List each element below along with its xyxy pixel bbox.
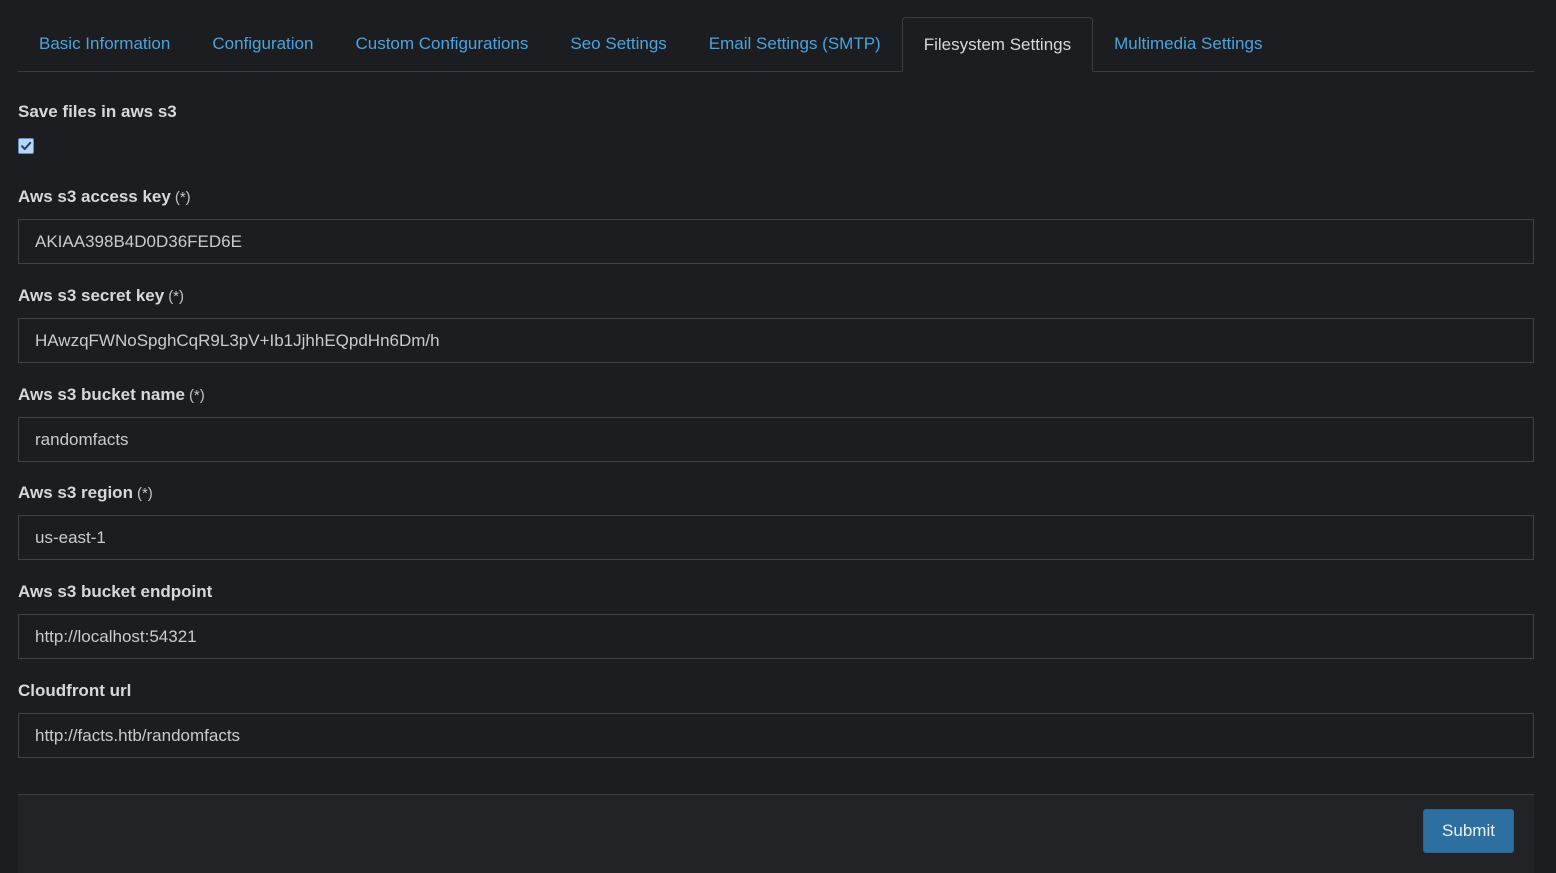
settings-tabs: Basic Information Configuration Custom C… [18, 17, 1534, 72]
tab-seo-settings[interactable]: Seo Settings [549, 17, 687, 71]
tab-basic-information[interactable]: Basic Information [18, 17, 191, 71]
tab-email-settings[interactable]: Email Settings (SMTP) [688, 17, 902, 71]
region-label: Aws s3 region (*) [18, 483, 153, 502]
save-files-checkbox[interactable] [18, 138, 34, 154]
secret-key-label: Aws s3 secret key (*) [18, 286, 185, 305]
region-input[interactable]: us-east-1 [18, 515, 1534, 560]
required-marker: (*) [136, 485, 153, 502]
tab-configuration[interactable]: Configuration [191, 17, 334, 71]
region-group: Aws s3 region (*) us-east-1 [18, 481, 1534, 580]
save-files-label: Save files in aws s3 [18, 102, 177, 121]
required-marker: (*) [188, 387, 205, 404]
cloudfront-url-group: Cloudfront url http://facts.htb/randomfa… [18, 679, 1534, 778]
secret-key-group: Aws s3 secret key (*) HAwzqFWNoSpghCqR9L3… [18, 284, 1534, 383]
access-key-label: Aws s3 access key (*) [18, 187, 191, 206]
submit-button[interactable]: Submit [1423, 809, 1514, 853]
bucket-endpoint-input[interactable]: http://localhost:54321 [18, 614, 1534, 659]
filesystem-settings-form: Save files in aws s3 Aws s3 access key (*… [18, 100, 1534, 778]
form-footer: Submit [18, 794, 1534, 873]
bucket-name-input[interactable]: randomfacts [18, 417, 1534, 462]
cloudfront-url-input[interactable]: http://facts.htb/randomfacts [18, 713, 1534, 758]
cloudfront-url-label: Cloudfront url [18, 681, 132, 700]
tab-multimedia-settings[interactable]: Multimedia Settings [1093, 17, 1283, 71]
bucket-name-label: Aws s3 bucket name (*) [18, 385, 205, 404]
secret-key-input[interactable]: HAwzqFWNoSpghCqR9L3pV+Ib1JjhhEQpdHn6Dm/h [18, 318, 1534, 363]
settings-page: Basic Information Configuration Custom C… [0, 0, 1556, 873]
required-marker: (*) [168, 288, 185, 305]
bucket-endpoint-label: Aws s3 bucket endpoint [18, 582, 213, 601]
tab-filesystem-settings[interactable]: Filesystem Settings [901, 17, 1094, 72]
checkmark-icon [21, 141, 32, 150]
bucket-name-group: Aws s3 bucket name (*) randomfacts [18, 383, 1534, 481]
access-key-input[interactable]: AKIAA398B4D0D36FED6E [18, 219, 1534, 264]
save-files-group: Save files in aws s3 [18, 100, 1534, 185]
bucket-endpoint-group: Aws s3 bucket endpoint http://localhost:… [18, 580, 1534, 679]
required-marker: (*) [174, 189, 191, 206]
access-key-group: Aws s3 access key (*) AKIAA398B4D0D36FED6… [18, 185, 1534, 284]
tab-custom-configurations[interactable]: Custom Configurations [334, 17, 549, 71]
